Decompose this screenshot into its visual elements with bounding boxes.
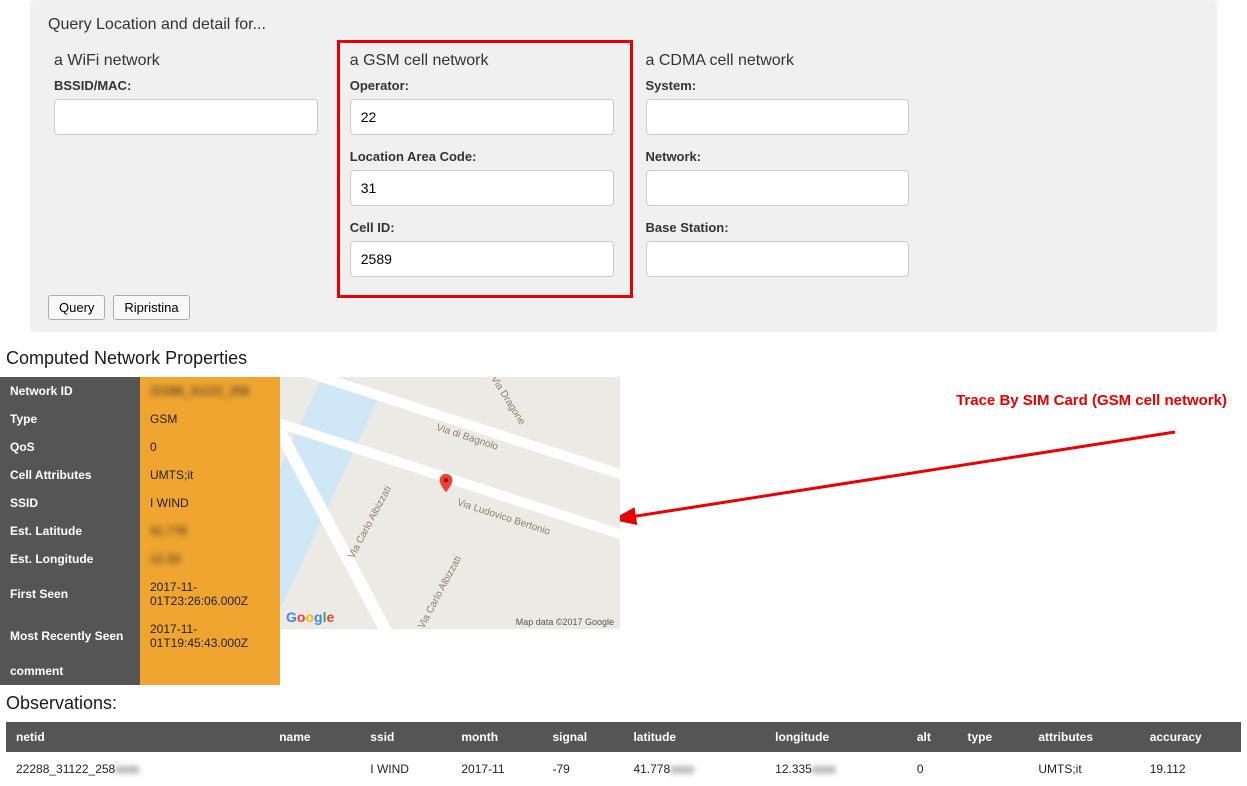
reset-button[interactable]: Ripristina: [113, 295, 189, 320]
panel-title: Query Location and detail for...: [48, 16, 1199, 34]
obs-cell-netid: 22288_31122_258xxxx: [6, 752, 269, 786]
props-key: Est. Latitude: [0, 517, 140, 545]
props-key: Most Recently Seen: [0, 615, 140, 657]
props-key: Type: [0, 405, 140, 433]
cellid-label: Cell ID:: [350, 220, 614, 235]
props-value: I WIND: [140, 489, 280, 517]
obs-col-type: type: [957, 722, 1028, 752]
system-input[interactable]: [646, 99, 910, 135]
props-row: Network ID22288_31122_258: [0, 377, 280, 405]
cdma-heading: a CDMA cell network: [646, 52, 910, 70]
bssid-input[interactable]: [54, 99, 318, 135]
system-label: System:: [646, 78, 910, 93]
bssid-label: BSSID/MAC:: [54, 78, 318, 93]
wifi-heading: a WiFi network: [54, 52, 318, 70]
network-label: Network:: [646, 149, 910, 164]
props-value: 12.33: [140, 545, 280, 573]
obs-cell-longitude: 12.335xxxx: [765, 752, 907, 786]
props-value: [140, 657, 280, 685]
obs-cell-attributes: UMTS;it: [1028, 752, 1139, 786]
props-value: 22288_31122_258: [140, 377, 280, 405]
props-row: Est. Longitude12.33: [0, 545, 280, 573]
props-row: Cell AttributesUMTS;it: [0, 461, 280, 489]
spacer-column: [935, 48, 1199, 295]
network-input[interactable]: [646, 170, 910, 206]
map-pin-icon: [435, 472, 457, 494]
map-attribution: Map data ©2017 Google: [516, 617, 614, 627]
props-key: QoS: [0, 433, 140, 461]
obs-col-attributes: attributes: [1028, 722, 1139, 752]
obs-cell-latitude: 41.778xxxx: [623, 752, 765, 786]
props-row: TypeGSM: [0, 405, 280, 433]
google-logo: Google: [286, 609, 334, 625]
props-table: Network ID22288_31122_258TypeGSMQoS0Cell…: [0, 377, 280, 685]
obs-col-netid: netid: [6, 722, 269, 752]
obs-cell-month: 2017-11: [451, 752, 542, 786]
cdma-column: a CDMA cell network System: Network: Bas…: [640, 48, 916, 295]
operator-label: Operator:: [350, 78, 614, 93]
observations-heading: Observations:: [6, 693, 1247, 714]
annotation-text: Trace By SIM Card (GSM cell network): [956, 392, 1227, 409]
props-value: UMTS;it: [140, 461, 280, 489]
obs-col-name: name: [269, 722, 360, 752]
obs-cell-accuracy: 19.112: [1140, 752, 1241, 786]
obs-col-accuracy: accuracy: [1140, 722, 1241, 752]
props-key: Est. Longitude: [0, 545, 140, 573]
props-key: Network ID: [0, 377, 140, 405]
operator-input[interactable]: [350, 99, 614, 135]
map-road-label-4: Via Carlo Albizzati: [416, 554, 463, 629]
props-key: Cell Attributes: [0, 461, 140, 489]
cellid-input[interactable]: [350, 241, 614, 277]
button-row: Query Ripristina: [48, 295, 1199, 320]
props-value: 2017-11-01T19:45:43.000Z: [140, 615, 280, 657]
props-row: SSIDI WIND: [0, 489, 280, 517]
obs-col-month: month: [451, 722, 542, 752]
props-row: QoS0: [0, 433, 280, 461]
props-row: First Seen2017-11-01T23:26:06.000Z: [0, 573, 280, 615]
form-columns: a WiFi network BSSID/MAC: a GSM cell net…: [48, 48, 1199, 295]
wifi-column: a WiFi network BSSID/MAC:: [48, 48, 324, 295]
obs-cell-name: [269, 752, 360, 786]
lac-input[interactable]: [350, 170, 614, 206]
obs-cell-alt: 0: [907, 752, 958, 786]
props-key: First Seen: [0, 573, 140, 615]
props-heading: Computed Network Properties: [6, 348, 1247, 369]
map[interactable]: Via Dragone Via di Bagnolo Via Carlo Alb…: [280, 377, 620, 629]
props-value: 0: [140, 433, 280, 461]
table-row: 22288_31122_258xxxx I WIND2017-11-7941.77…: [6, 752, 1241, 786]
annotation-arrow-icon: [620, 427, 1200, 547]
obs-col-signal: signal: [542, 722, 623, 752]
map-road-label-1: Via Dragone: [488, 377, 527, 427]
lac-label: Location Area Code:: [350, 149, 614, 164]
basestation-input[interactable]: [646, 241, 910, 277]
props-value: GSM: [140, 405, 280, 433]
props-map-row: Network ID22288_31122_258TypeGSMQoS0Cell…: [0, 377, 1247, 685]
props-key: comment: [0, 657, 140, 685]
props-row: Most Recently Seen2017-11-01T19:45:43.00…: [0, 615, 280, 657]
query-button[interactable]: Query: [48, 295, 105, 320]
props-row: Est. Latitude41.778: [0, 517, 280, 545]
obs-col-longitude: longitude: [765, 722, 907, 752]
obs-header-row: netidnamessidmonthsignallatitudelongitud…: [6, 722, 1241, 752]
props-value: 41.778: [140, 517, 280, 545]
obs-cell-type: [957, 752, 1028, 786]
gsm-heading: a GSM cell network: [350, 52, 614, 70]
obs-col-latitude: latitude: [623, 722, 765, 752]
observations-table: netidnamessidmonthsignallatitudelongitud…: [6, 722, 1241, 786]
props-value: 2017-11-01T23:26:06.000Z: [140, 573, 280, 615]
gsm-column: a GSM cell network Operator: Location Ar…: [344, 48, 620, 295]
obs-col-ssid: ssid: [360, 722, 451, 752]
query-panel: Query Location and detail for... a WiFi …: [30, 0, 1217, 332]
props-row: comment: [0, 657, 280, 685]
props-key: SSID: [0, 489, 140, 517]
obs-cell-signal: -79: [542, 752, 623, 786]
map-road-label-3: Via Carlo Albizzati: [346, 484, 393, 560]
obs-col-alt: alt: [907, 722, 958, 752]
basestation-label: Base Station:: [646, 220, 910, 235]
obs-cell-ssid: I WIND: [360, 752, 451, 786]
